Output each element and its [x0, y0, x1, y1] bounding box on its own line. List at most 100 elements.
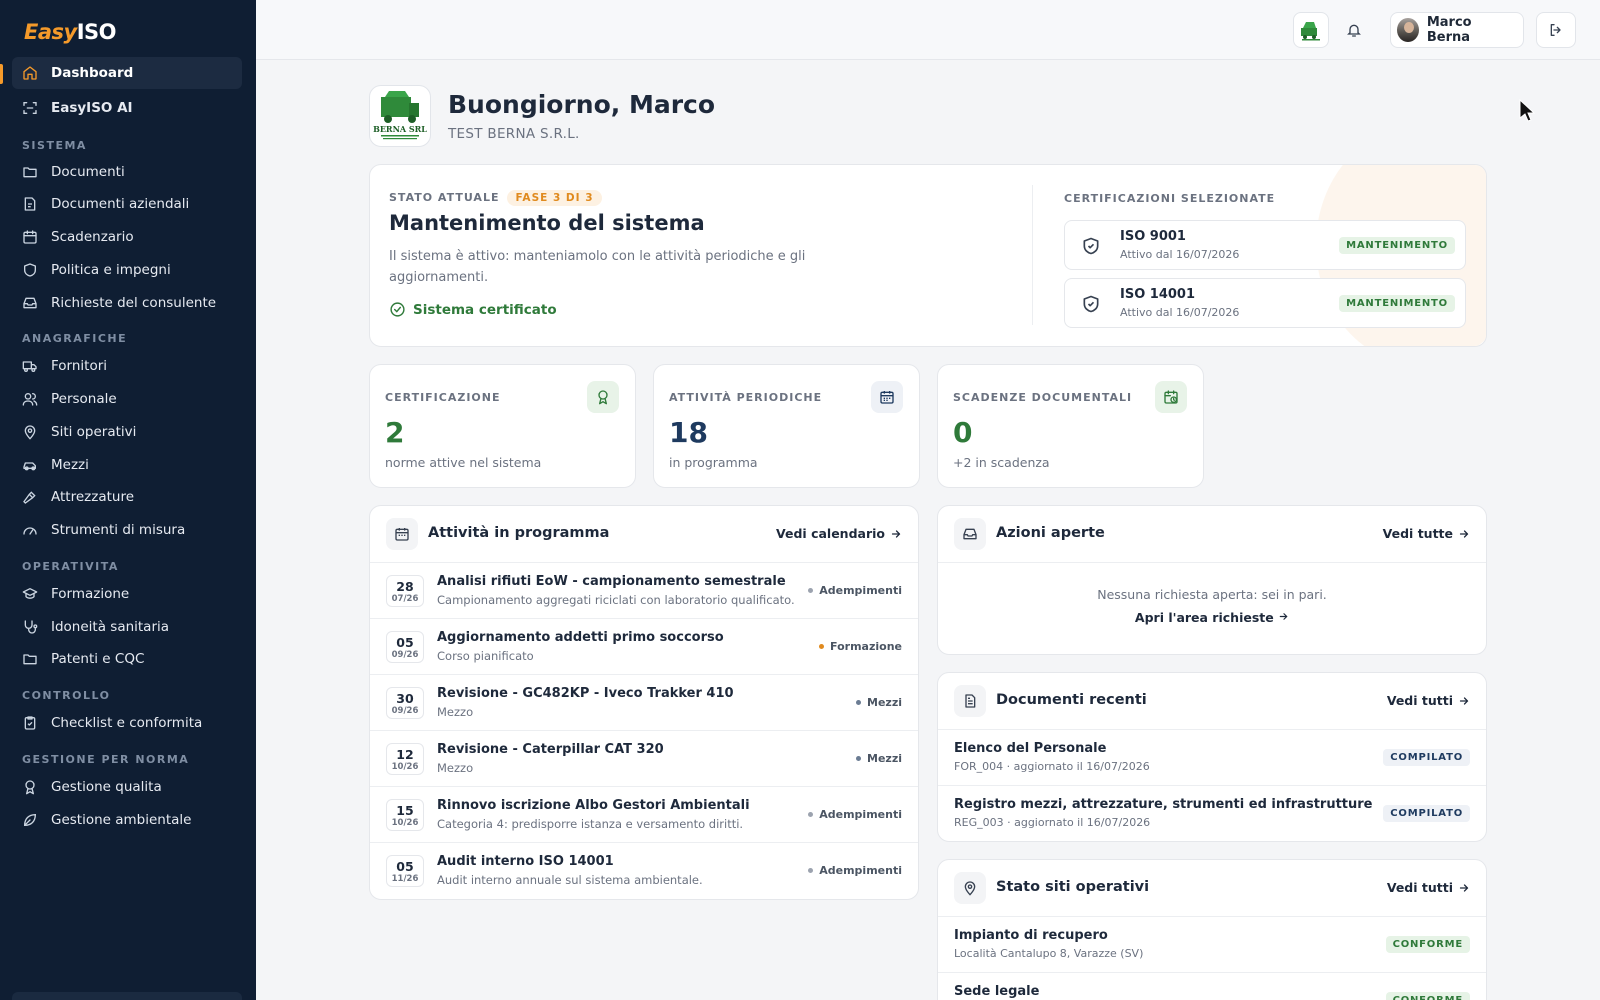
site-row[interactable]: Impianto di recupero Località Cantalupo …	[938, 917, 1486, 973]
sidebar-item-mezzi[interactable]: Mezzi	[12, 449, 242, 481]
sidebar-item-dashboard[interactable]: Dashboard	[12, 57, 242, 89]
category-dot	[856, 756, 862, 761]
sidebar-item-scadenzario[interactable]: Scadenzario	[12, 221, 242, 253]
status-card: STATO ATTUALE FASE 3 DI 3 Mantenimento de…	[369, 164, 1487, 347]
sidebar-item-easyiso-ai[interactable]: EasyISO AI	[12, 92, 242, 124]
shield-check-icon	[1083, 295, 1099, 313]
activity-subtitle: Mezzo	[437, 705, 474, 719]
category-dot	[808, 588, 814, 593]
sidebar-item-fornitori[interactable]: Fornitori	[12, 350, 242, 382]
sidebar-item-idoneita[interactable]: Idoneità sanitaria	[12, 611, 242, 643]
truck-icon	[22, 358, 38, 374]
site-row[interactable]: Sede legale CONFORME	[938, 973, 1486, 1000]
view-all-actions-link[interactable]: Vedi tutte	[1383, 526, 1470, 541]
site-title: Impianto di recupero	[954, 928, 1108, 943]
sidebar-item-patenti[interactable]: Patenti e CQC	[12, 643, 242, 675]
date-day: 28	[396, 579, 414, 594]
date-day: 05	[396, 859, 414, 874]
folder-icon	[22, 651, 38, 667]
actions-panel: Azioni aperte Vedi tutte Nessuna richies…	[937, 505, 1487, 655]
map-pin-icon	[22, 424, 38, 440]
cert-badge: MANTENIMENTO	[1339, 237, 1455, 254]
arrow-right-icon	[1279, 613, 1288, 620]
sidebar-item-ambientale[interactable]: Gestione ambientale	[12, 804, 242, 836]
stat-card-certificazione[interactable]: CERTIFICAZIONE 2 norme attive nel sistem…	[369, 364, 636, 488]
activity-row[interactable]: 30 09/26 Revisione - GC482KP - Iveco Trakk…	[370, 675, 918, 731]
sidebar-item-label: Checklist e conformita	[51, 715, 203, 731]
arrow-right-icon	[1459, 529, 1469, 538]
topbar: Marco Berna	[256, 0, 1600, 60]
panel-title: Azioni aperte	[996, 525, 1105, 541]
activity-row[interactable]: 28 07/26 Analisi rifiuti EoW - campionamen…	[370, 563, 918, 619]
status-certified: Sistema certificato	[389, 301, 557, 318]
divider	[1032, 185, 1033, 325]
company-switch-button[interactable]	[1293, 12, 1329, 48]
calendar-clock-icon	[22, 229, 38, 245]
award-icon	[22, 779, 38, 795]
panel-title: Documenti recenti	[996, 692, 1147, 708]
date-month: 09/26	[391, 650, 419, 660]
document-meta: FOR_004 · aggiornato il 16/07/2026	[954, 760, 1150, 773]
empty-state-text: Nessuna richiesta aperta: sei in pari.	[1097, 587, 1327, 602]
sidebar-item-personale[interactable]: Personale	[12, 383, 242, 415]
user-menu-button[interactable]: Marco Berna	[1390, 12, 1524, 48]
document-row[interactable]: Registro mezzi, attrezzature, strumenti …	[938, 786, 1486, 841]
date-badge: 12 10/26	[386, 743, 424, 775]
activity-title: Revisione - Caterpillar CAT 320	[437, 742, 664, 757]
date-day: 15	[396, 803, 414, 818]
status-label: STATO ATTUALE	[389, 191, 500, 204]
sidebar-item-formazione[interactable]: Formazione	[12, 578, 242, 610]
sidebar-item-documenti[interactable]: Documenti	[12, 156, 242, 188]
sidebar-item-documenti-aziendali[interactable]: Documenti aziendali	[12, 188, 242, 220]
panel-title: Stato siti operativi	[996, 879, 1150, 895]
stat-label: SCADENZE DOCUMENTALI	[953, 391, 1133, 404]
category-dot	[856, 700, 862, 705]
cert-row-iso-9001[interactable]: ISO 9001 Attivo dal 16/07/2026 MANTENIME…	[1064, 220, 1466, 270]
document-title: Elenco del Personale	[954, 741, 1107, 756]
link-label: Apri l'area richieste	[1134, 610, 1274, 625]
stat-card-attivita[interactable]: ATTIVITÀ PERIODICHE 18 in programma	[653, 364, 920, 488]
activity-row[interactable]: 05 09/26 Aggiornamento addetti primo socco…	[370, 619, 918, 675]
category-tag: Formazione	[819, 640, 902, 653]
berna-logo-icon: BERNA SRL	[373, 91, 427, 140]
stat-card-scadenze[interactable]: SCADENZE DOCUMENTALI 0 +2 in scadenza	[937, 364, 1204, 488]
activity-row[interactable]: 12 10/26 Revisione - Caterpillar CAT 320 Me…	[370, 731, 918, 787]
activity-row[interactable]: 15 10/26 Rinnovo iscrizione Albo Gestori A…	[370, 787, 918, 843]
arrow-right-icon	[891, 529, 901, 538]
activity-row[interactable]: 05 11/26 Audit interno ISO 14001 Audit inte…	[370, 843, 918, 899]
sidebar-item-attrezzature[interactable]: Attrezzature	[12, 481, 242, 513]
documents-panel: Documenti recenti Vedi tutti Elenco del …	[937, 672, 1487, 842]
view-all-sites-link[interactable]: Vedi tutti	[1387, 880, 1470, 895]
sidebar-item-strumenti[interactable]: Strumenti di misura	[12, 514, 242, 546]
logout-button[interactable]	[1536, 12, 1576, 48]
view-calendar-link[interactable]: Vedi calendario	[776, 526, 902, 541]
link-label: Vedi tutti	[1386, 880, 1453, 895]
cert-name: ISO 14001	[1120, 287, 1196, 302]
category-dot	[819, 644, 825, 649]
app-logo[interactable]: EasyISO	[24, 20, 117, 44]
sidebar-item-richieste[interactable]: Richieste del consulente	[12, 287, 242, 319]
status-badge: CONFORME	[1385, 936, 1470, 953]
document-row[interactable]: Elenco del Personale FOR_004 · aggiornat…	[938, 730, 1486, 786]
sidebar-item-label: Personale	[51, 391, 117, 407]
notifications-button[interactable]	[1338, 12, 1370, 48]
bell-icon	[1347, 24, 1361, 37]
sidebar-footer-button[interactable]	[12, 992, 242, 1000]
date-month: 10/26	[391, 762, 419, 772]
date-day: 12	[396, 747, 414, 762]
sidebar-item-siti[interactable]: Siti operativi	[12, 416, 242, 448]
active-indicator	[0, 64, 3, 84]
category-tag: Mezzi	[856, 696, 902, 709]
sidebar-item-politica[interactable]: Politica e impegni	[12, 254, 242, 286]
document-meta: REG_003 · aggiornato il 16/07/2026	[954, 816, 1151, 829]
sidebar-item-label: Gestione ambientale	[51, 812, 192, 828]
view-all-documents-link[interactable]: Vedi tutti	[1387, 693, 1470, 708]
calendar-clock-icon	[1155, 381, 1187, 413]
activity-subtitle: Campionamento aggregati riciclati con la…	[437, 593, 795, 607]
sidebar-item-qualita[interactable]: Gestione qualita	[12, 771, 242, 803]
open-requests-link[interactable]: Apri l'area richieste	[938, 610, 1486, 625]
cert-row-iso-14001[interactable]: ISO 14001 Attivo dal 16/07/2026 MANTENIM…	[1064, 278, 1466, 328]
category-label: Formazione	[830, 640, 902, 653]
sidebar-item-checklist[interactable]: Checklist e conformita	[12, 707, 242, 739]
section-title: CONTROLLO	[22, 689, 111, 702]
